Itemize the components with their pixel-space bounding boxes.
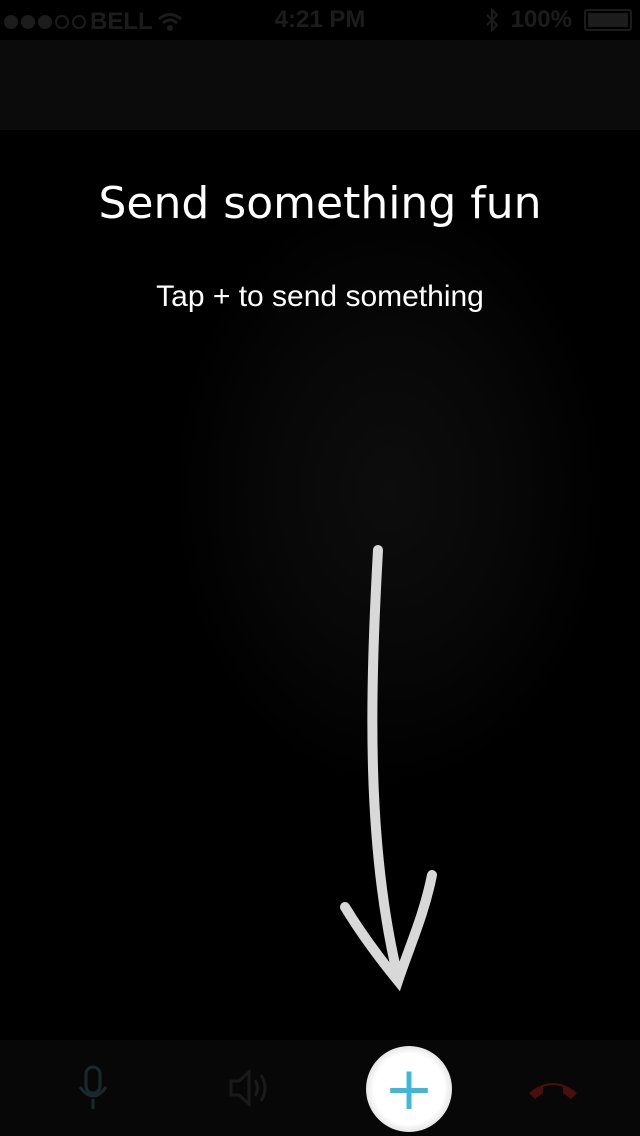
nav-bar — [0, 40, 640, 130]
status-right: 100% — [485, 6, 632, 34]
bluetooth-icon — [485, 8, 499, 32]
speaker-button[interactable] — [195, 1040, 305, 1136]
call-toolbar — [0, 1040, 640, 1136]
speaker-icon — [229, 1068, 267, 1108]
battery-fill — [588, 13, 628, 27]
send-plus-button[interactable]: + — [366, 1046, 452, 1132]
mute-button[interactable] — [38, 1040, 148, 1136]
page-title: Send something fun — [98, 178, 542, 229]
arrow-down-icon — [340, 545, 437, 992]
status-bar: BELL 4:21 PM 100% — [0, 0, 640, 40]
end-call-button[interactable] — [498, 1040, 608, 1136]
background-photo — [0, 130, 640, 1040]
screen: BELL 4:21 PM 100% Send something fun Tap… — [0, 0, 640, 1136]
instruction-text: Tap + to send something — [156, 280, 484, 313]
battery-icon — [584, 9, 632, 31]
end-call-icon — [529, 1083, 577, 1099]
plus-icon: + — [383, 1054, 435, 1124]
microphone-icon — [78, 1065, 108, 1109]
battery-percent: 100% — [510, 6, 572, 33]
